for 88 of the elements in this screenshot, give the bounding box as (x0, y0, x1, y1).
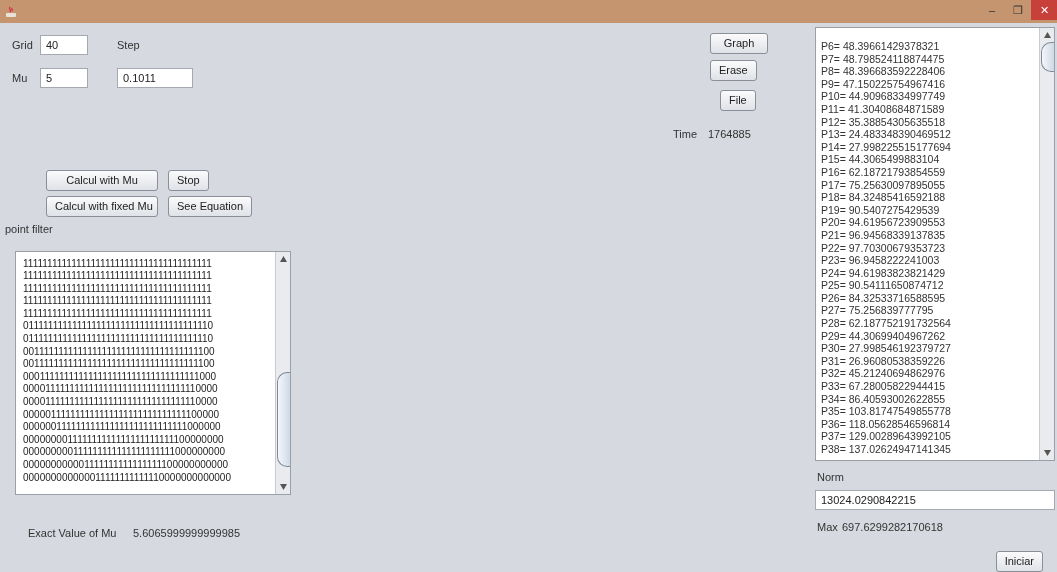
results-list[interactable] (815, 27, 1055, 461)
result-line: P17= 75.25630097895055 (821, 178, 947, 192)
window-control-button[interactable]: ❐ (1005, 0, 1031, 20)
field-label: 1764885 (708, 127, 751, 142)
matrix-row-text: 001111111111111111111111111111111111100 (23, 345, 216, 359)
result-line: P6= 48.39661429378321 (821, 40, 941, 53)
scroll-thumb[interactable] (1040, 42, 1054, 72)
result-line: P16= 62.18721793854559 (821, 165, 947, 179)
scroll-up-icon[interactable] (1043, 32, 1051, 38)
result-line: P21= 96.94568339137835 (821, 228, 947, 242)
result-line: P32= 45.21240694862976 (821, 367, 947, 381)
matrix-row-text: 000011111111111111111111111111111110000 (23, 396, 219, 409)
result-line: P28= 62.187752191732564 (821, 317, 952, 330)
matrix-row-text: 000001111111111111111111111111111100000 (23, 408, 221, 422)
result-line: P34= 86.40593002622855 (821, 392, 947, 406)
matrix-row-text: 000000000000011111111111110000000000000 (23, 471, 232, 485)
action-button[interactable]: File (720, 90, 756, 111)
matrix-row-text: 000011111111111111111111111111111110000 (23, 383, 219, 397)
scroll-thumb[interactable] (276, 371, 290, 467)
result-line: P10= 44.90968334997749 (821, 90, 947, 103)
matrix-row-text: 111111111111111111111111111111111111111 (23, 295, 213, 308)
matrix-row-text: 011111111111111111111111111111111111110 (23, 333, 215, 346)
scrollbar[interactable] (275, 251, 290, 494)
field-label: Grid (12, 37, 34, 53)
result-line: P22= 97.70300679353723 (821, 241, 947, 255)
result-line: P29= 44.30699404967262 (821, 329, 947, 343)
result-line: P25= 90.54111650874712 (821, 279, 945, 292)
result-line: P9= 47.150225754967416 (821, 77, 947, 91)
field-label: Step (117, 37, 140, 53)
result-line: P23= 96.9458222241003 (821, 254, 941, 267)
result-line: P12= 35.38854305635518 (821, 115, 947, 129)
result-line: P35= 103.81747549855778 (821, 405, 952, 418)
field-label: Time (673, 127, 699, 142)
matrix-row-text: 000000111111111111111111111111111000000 (23, 421, 222, 434)
java-app-icon (5, 5, 17, 18)
matrix-row-text: 111111111111111111111111111111111111111 (23, 307, 213, 321)
scroll-down-icon[interactable] (279, 483, 287, 490)
result-line: P37= 129.00289643992105 (821, 430, 952, 443)
matrix-row-text: 000000001111111111111111111111100000000 (23, 433, 225, 447)
scrollbar[interactable] (1039, 28, 1054, 460)
result-line: P20= 94.61956723909553 (821, 216, 947, 229)
field-label: point filter (5, 222, 54, 237)
action-button[interactable]: See Equation (168, 196, 253, 217)
action-button[interactable]: Iniciar (995, 551, 1043, 572)
result-line: P30= 27.998546192379727 (821, 342, 952, 355)
input-field[interactable]: 40 (40, 35, 88, 55)
field-label: Exact Value of Mu (28, 525, 118, 541)
field-label: 5.6065999999999985 (133, 525, 241, 541)
action-button[interactable]: Calcul with fixed Mu (46, 196, 158, 217)
matrix-row-text: 011111111111111111111111111111111111110 (23, 320, 215, 334)
field-label: Max (817, 519, 839, 535)
result-line: P18= 84.32485416592188 (821, 191, 947, 204)
result-line: P15= 44.3065499883104 (821, 153, 941, 166)
field-label: Norm (817, 470, 845, 485)
window-control-button[interactable]: – (979, 0, 1005, 20)
result-line: P26= 84.32533716588595 (821, 291, 947, 305)
result-line: P31= 26.96080538359226 (821, 354, 947, 368)
input-field[interactable]: 13024.0290842215 (815, 489, 1055, 510)
scroll-down-icon[interactable] (1043, 450, 1051, 456)
action-button[interactable]: Calcul with Mu (46, 170, 158, 191)
matrix-row-text: 001111111111111111111111111111111111100 (23, 358, 216, 371)
result-line: P24= 94.61983823821429 (821, 266, 947, 280)
field-label: 697.6299282170618 (842, 519, 943, 535)
result-line: P38= 137.02624947141345 (821, 443, 952, 456)
action-button[interactable]: Stop (168, 170, 209, 191)
input-field[interactable]: 5 (40, 68, 88, 88)
result-line: P19= 90.5407275429539 (821, 203, 941, 217)
matrix-row-text: 000000000001111111111111111100000000000 (23, 459, 230, 472)
matrix-row-text: 111111111111111111111111111111111111111 (23, 257, 213, 271)
matrix-row-text: 111111111111111111111111111111111111111 (23, 270, 213, 283)
result-line: P14= 27.998225515177694 (821, 140, 952, 154)
scroll-up-icon[interactable] (279, 255, 287, 262)
matrix-row-text: 111111111111111111111111111111111111111 (23, 282, 213, 296)
field-label: Mu (12, 70, 29, 86)
action-button[interactable]: Graph (710, 33, 768, 54)
matrix-row-text: 000111111111111111111111111111111111000 (23, 370, 218, 384)
result-line: P13= 24.483348390469512 (821, 128, 952, 141)
result-line: P36= 118.05628546596814 (821, 417, 952, 431)
input-field[interactable]: 0.1011 (117, 68, 193, 88)
matrix-row-text: 000000000111111111111111111111000000000 (23, 446, 227, 459)
result-line: P33= 67.28005822944415 (821, 380, 947, 393)
result-line: P27= 75.256839777795 (821, 304, 935, 318)
result-line: P8= 48.396683592228406 (821, 65, 947, 78)
matrix-text-area[interactable] (15, 250, 291, 495)
result-line: P7= 48.798524118874475 (821, 52, 946, 66)
action-button[interactable]: Erase (710, 60, 757, 81)
window-control-button[interactable]: ✕ (1031, 0, 1057, 20)
result-line: P11= 41.30408684871589 (821, 102, 946, 116)
